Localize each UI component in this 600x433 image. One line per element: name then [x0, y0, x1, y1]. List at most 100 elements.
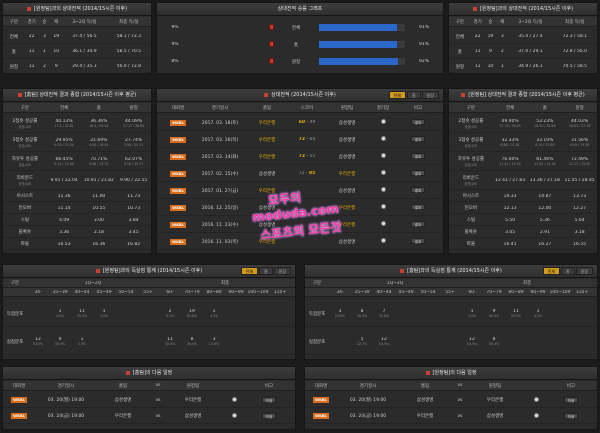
result-button[interactable]: 결과 [410, 187, 426, 193]
column-header: 비고 [264, 383, 274, 389]
row-label: 원정 [9, 64, 18, 70]
cell-value: 14.33 [503, 193, 517, 199]
range-label: 50~54 [118, 289, 134, 295]
table-header: 대회명 경기일시 홈팀 스코어 원정팀 경기장 비고 [157, 103, 443, 113]
column-header: 경기일시 [57, 383, 75, 389]
stadium-cell [367, 170, 399, 177]
row-label: 전체 [291, 26, 301, 31]
cell-sub-value: 11.41 / 14.90 [499, 162, 521, 166]
right-percent: 91% [418, 25, 429, 30]
cell-value: 11.45 / 28.45 [564, 178, 595, 183]
table-cell: 53.23% 18.59 / 34.64 [527, 119, 562, 128]
column-header: 홈팀 [262, 105, 272, 111]
tab-home[interactable]: 홈 [560, 267, 575, 275]
cell-value: 5.50 [505, 217, 516, 223]
pending-button[interactable]: 미정 [261, 412, 277, 419]
table-header: 대회명 경기일시 홈팀 vs 원정팀 비고 [305, 381, 597, 391]
stadium-icon [231, 396, 237, 402]
tab-away[interactable]: 원정 [575, 267, 593, 275]
row-label: 리바운드 공격/수비 [449, 175, 493, 186]
cell-sub-value: 9.68 / 13.75 [89, 162, 109, 166]
tab-all[interactable]: 전체 [240, 267, 258, 275]
note-cell: 결과 [399, 187, 437, 194]
cell-value: 10.73 [127, 205, 141, 211]
dist-cell: 1 4.5% [93, 309, 115, 318]
table-header: 대회명 경기일시 홈팀 vs 원정팀 비고 [3, 381, 295, 391]
note-cell: 미정 [249, 396, 289, 404]
league-badge: WKBL [170, 136, 186, 143]
away-team: 우리은행 [486, 398, 504, 403]
column-header: 구분 [20, 105, 29, 111]
table-cell: 27.74% 5.58 / 20.11 [116, 138, 151, 147]
dist-cell: 11 45.5% [71, 309, 93, 318]
result-button[interactable]: 결과 [410, 238, 426, 244]
row-label: 전체 [455, 34, 464, 40]
range-header: 34- 35~39 40~44 45~49 50~54 55+ 60- 70~79 80~89 9… [305, 288, 597, 297]
row-label: 득점분포 [6, 311, 24, 317]
result-button[interactable]: 결과 [410, 136, 426, 142]
row-label-text: 어시스트 [462, 194, 480, 199]
cell-value: 11.73 [127, 193, 141, 199]
row-sub-label: 공격/수비 [464, 182, 478, 186]
table-cell: 66.45% 9.14 / 13.68 [47, 157, 82, 166]
row-sub-label: 공격/수비 [18, 182, 32, 186]
table-cell: 72.8 / 56.0 [562, 49, 588, 54]
match-date: 03. 20(월) 19:00 [47, 398, 85, 403]
tab-away[interactable]: 원정 [421, 91, 439, 99]
league-cell: WKBL [305, 413, 337, 419]
table-cell: 10.73 [116, 206, 151, 211]
tab-away[interactable]: 원정 [273, 267, 291, 275]
column-header: 경기일시 [211, 105, 229, 111]
home-team: 삼성생명 [416, 398, 434, 403]
result-button[interactable]: 결과 [410, 153, 426, 159]
table-cell: 16.27 [527, 242, 562, 247]
row-sub-label: 성공/시도 [18, 144, 32, 148]
tab-all[interactable]: 전체 [388, 91, 406, 99]
table-cell: 16.82 [116, 242, 151, 247]
tab-home[interactable]: 홈 [258, 267, 273, 275]
away-team: 삼성생명 [338, 239, 356, 245]
win-rate-bar-track [319, 24, 405, 31]
cell-sub-value: 9.14 / 13.68 [54, 162, 74, 166]
tab-all[interactable]: 전체 [542, 267, 560, 275]
result-button[interactable]: 결과 [410, 221, 426, 227]
table-cell: 12.13 [493, 206, 528, 211]
table-cell: 19 [53, 34, 60, 39]
cell-sub-value: 17.17 / 38.90 [122, 124, 145, 128]
row-sub-label: 성공/시도 [464, 163, 478, 167]
range-label: 45~49 [398, 289, 414, 295]
tab-home[interactable]: 홈 [406, 91, 421, 99]
percent-value: 4.5% [533, 314, 543, 318]
note-cell: 미정 [249, 412, 289, 420]
league-badge: WKBL [170, 119, 186, 126]
table-cell: 12.00 [527, 206, 562, 211]
column-header: 3~2Q 득/실 [72, 19, 97, 25]
row-sub-label: 성공/시도 [464, 125, 478, 129]
column-header: 전체 [505, 105, 515, 111]
table-row: 자유투 성공률 성공/시도 76.60% 11.41 / 14.90 81.46% 11.… [449, 153, 597, 171]
stadium-cell [219, 412, 249, 420]
note-cell: 미정 [551, 396, 591, 404]
cell-sub-value: 11.55 / 14.18 [534, 162, 556, 166]
pending-button[interactable]: 미정 [563, 396, 579, 403]
pending-button[interactable]: 미정 [261, 396, 277, 403]
match-date: 2017. 01. 27(금) [201, 188, 239, 194]
table-row: 3점슛 성공률 성공/시도 32.33% 8.86 / 21.81 33.10% 8.10… [449, 134, 597, 152]
league-cell: WKBL [3, 413, 35, 419]
distribution-row: 실점분포 12 54.5% 9 40.9% 1 4.5% 11 50.0% 8 36.4% 3 13.6… [3, 329, 295, 355]
dist-cell: 8 36.4% [351, 309, 373, 318]
table-header: 구분 전체 홈 원정 [449, 103, 597, 113]
result-button[interactable]: 결과 [410, 204, 426, 210]
note-cell: 결과 [399, 238, 437, 245]
percent-value: 45.5% [76, 314, 88, 318]
result-button[interactable]: 결과 [410, 119, 426, 125]
result-button[interactable]: 결과 [410, 170, 426, 176]
home-team: 우리은행 [258, 154, 276, 160]
pending-button[interactable]: 미정 [563, 412, 579, 419]
cell-sub-value: 6.00 / 20.04 [54, 143, 74, 147]
row-label: 자유투 성공률 성공/시도 [449, 156, 493, 167]
table-row: 자유투 성공률 성공/시도 66.45% 9.14 / 13.68 70.71% 9.68… [3, 153, 151, 171]
table-cell: 3.00 [81, 218, 116, 223]
cell-value: 16.53 [57, 241, 71, 247]
panel-title: [홈팀] 상대전적 결과 종합 (2014/15시즌 이후 평균) [3, 89, 151, 102]
